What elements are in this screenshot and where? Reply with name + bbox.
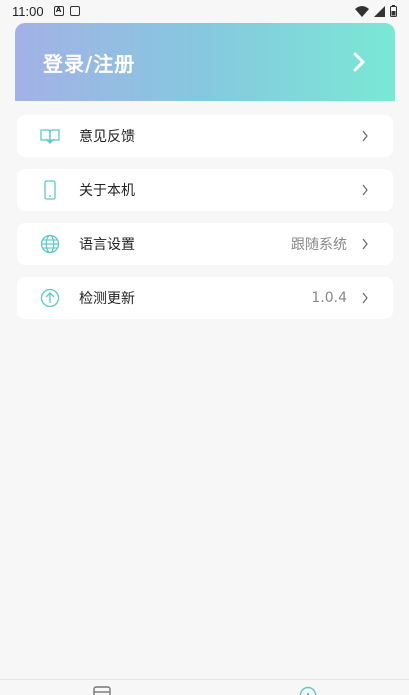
chevron-right-icon	[362, 292, 368, 304]
login-register-banner[interactable]: 登录/注册	[15, 23, 395, 101]
login-register-label: 登录/注册	[43, 51, 136, 76]
cast-icon	[69, 6, 80, 16]
status-icons-right	[355, 5, 397, 17]
wifi-icon	[355, 5, 369, 17]
mine-tab-icon[interactable]	[299, 686, 317, 695]
language-value: 跟随系统	[291, 237, 347, 253]
status-icons-left: A	[53, 6, 80, 16]
chevron-right-icon	[362, 184, 368, 196]
phone-icon	[39, 179, 61, 201]
home-tab-icon[interactable]	[93, 686, 111, 695]
version-value: 1.0.4	[311, 290, 347, 306]
bottom-nav	[0, 679, 409, 695]
menu-item-label: 语言设置	[79, 237, 135, 253]
a-badge-icon: A	[53, 6, 64, 16]
book-open-icon	[39, 125, 61, 147]
chevron-right-icon	[353, 52, 365, 72]
globe-icon	[39, 233, 61, 255]
signal-icon	[374, 5, 385, 17]
menu-item-label: 关于本机	[79, 183, 135, 199]
arrow-up-circle-icon	[39, 287, 61, 309]
status-time: 11:00	[12, 3, 44, 19]
menu-item-update[interactable]: 检测更新 1.0.4	[17, 277, 393, 319]
chevron-right-icon	[362, 130, 368, 142]
battery-icon	[390, 5, 397, 17]
menu-item-language[interactable]: 语言设置 跟随系统	[17, 223, 393, 265]
menu-item-label: 意见反馈	[79, 129, 135, 145]
status-bar: 11:00 A	[0, 0, 409, 22]
menu-item-label: 检测更新	[79, 291, 135, 307]
menu-item-about[interactable]: 关于本机	[17, 169, 393, 211]
menu-item-feedback[interactable]: 意见反馈	[17, 115, 393, 157]
chevron-right-icon	[362, 238, 368, 250]
